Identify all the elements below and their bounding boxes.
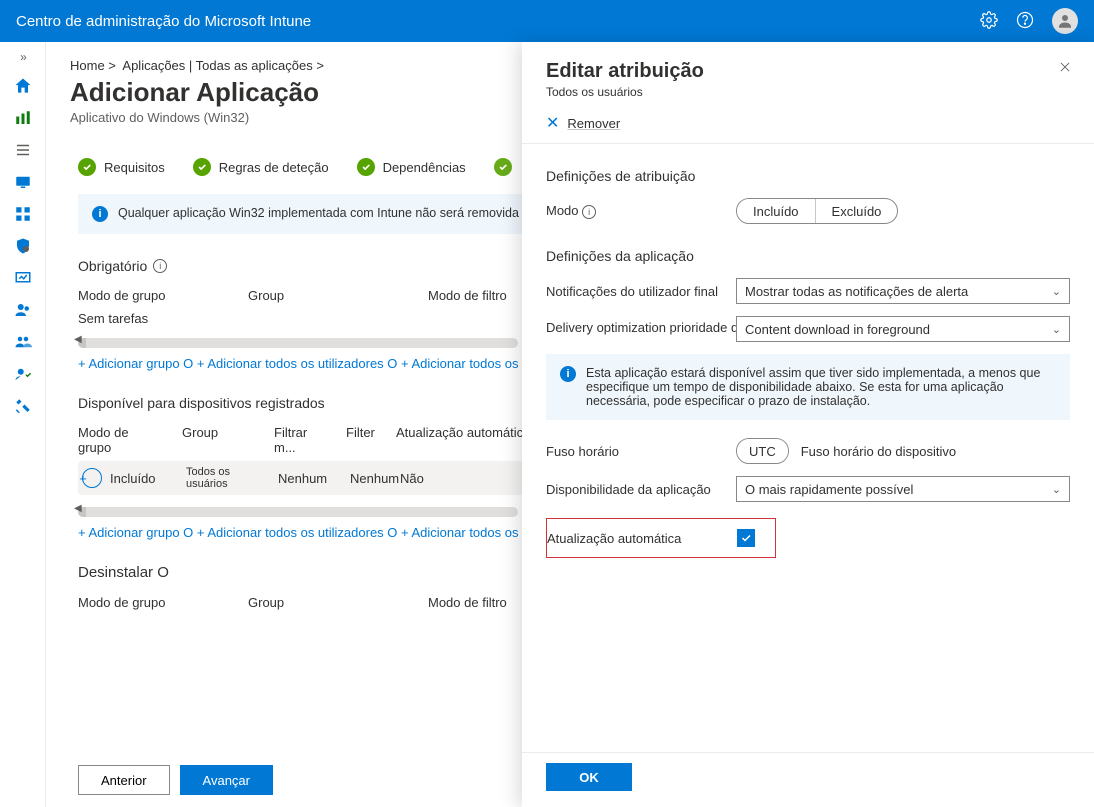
delivery-select[interactable]: Content download in foreground ⌄ <box>736 316 1070 342</box>
highlight-box: Atualização automática <box>546 518 776 558</box>
top-bar: Centro de administração do Microsoft Int… <box>0 0 1094 42</box>
notifications-select[interactable]: Mostrar todas as notificações de alerta … <box>736 278 1070 304</box>
nav-security-icon[interactable] <box>13 236 33 256</box>
tz-device[interactable]: Fuso horário do dispositivo <box>801 444 956 459</box>
plus-circle-icon[interactable]: + <box>82 468 102 488</box>
section-app-settings: Definições da aplicação <box>546 248 1070 264</box>
nav-reports-icon[interactable] <box>13 268 33 288</box>
info-icon[interactable]: i <box>582 205 596 219</box>
row-mode: Modo i Incluído Excluído <box>546 198 1070 224</box>
check-icon <box>193 158 211 176</box>
ok-button[interactable]: OK <box>546 763 632 791</box>
mode-excluded[interactable]: Excluído <box>815 199 898 223</box>
step-requirements[interactable]: Requisitos <box>78 158 165 176</box>
check-icon <box>494 158 512 176</box>
horizontal-scrollbar[interactable] <box>78 507 518 517</box>
row-delivery: Delivery optimization prioridade do util… <box>546 316 1070 342</box>
nav-users-icon[interactable] <box>13 300 33 320</box>
row-timezone: Fuso horário UTC Fuso horário do disposi… <box>546 438 1070 464</box>
chevron-down-icon: ⌄ <box>1052 285 1061 298</box>
remove-button[interactable]: Remover <box>567 116 620 131</box>
edit-assignment-panel: Editar atribuição Todos os usuários ✕ Re… <box>522 42 1094 807</box>
help-icon[interactable] <box>1016 11 1034 32</box>
breadcrumb-apps[interactable]: Aplicações | Todas as aplicações > <box>122 58 324 73</box>
row-availability: Disponibilidade da aplicação O mais rapi… <box>546 476 1070 502</box>
nav-collapse-icon[interactable]: » <box>20 50 25 64</box>
previous-button[interactable]: Anterior <box>78 765 170 795</box>
panel-command-bar: ✕ Remover <box>522 107 1094 144</box>
chevron-down-icon: ⌄ <box>1052 323 1061 336</box>
row-auto-update: Atualização automática <box>546 518 1070 558</box>
mode-included[interactable]: Incluído <box>737 199 815 223</box>
nav-groups-icon[interactable] <box>13 332 33 352</box>
nav-devices-icon[interactable] <box>13 172 33 192</box>
nav-home-icon[interactable] <box>13 76 33 96</box>
info-icon: i <box>560 366 576 382</box>
chevron-down-icon: ⌄ <box>1052 483 1061 496</box>
step-detection[interactable]: Regras de deteção <box>193 158 329 176</box>
info-icon[interactable]: i <box>153 259 167 273</box>
check-icon <box>78 158 96 176</box>
breadcrumb-home[interactable]: Home > <box>70 58 116 73</box>
remove-x-icon[interactable]: ✕ <box>546 113 559 133</box>
close-icon[interactable] <box>1058 60 1072 77</box>
panel-title: Editar atribuição <box>546 60 1070 83</box>
nav-tenant-icon[interactable] <box>13 364 33 384</box>
step-dependencies[interactable]: Dependências <box>357 158 466 176</box>
next-button[interactable]: Avançar <box>180 765 273 795</box>
nav-apps-icon[interactable] <box>13 204 33 224</box>
nav-list-icon[interactable] <box>13 140 33 160</box>
panel-body: Definições de atribuição Modo i Incluído… <box>522 144 1094 752</box>
side-nav: » <box>0 42 46 807</box>
nav-troubleshoot-icon[interactable] <box>13 396 33 416</box>
portal-title: Centro de administração do Microsoft Int… <box>16 13 311 30</box>
settings-gear-icon[interactable] <box>980 11 998 32</box>
nav-dashboard-icon[interactable] <box>13 108 33 128</box>
check-icon <box>357 158 375 176</box>
mode-toggle[interactable]: Incluído Excluído <box>736 198 898 224</box>
info-icon: i <box>92 206 108 222</box>
panel-subtitle: Todos os usuários <box>546 85 1070 99</box>
row-notifications: Notificações do utilizador final Mostrar… <box>546 278 1070 304</box>
availability-select[interactable]: O mais rapidamente possível ⌄ <box>736 476 1070 502</box>
panel-footer: OK <box>522 752 1094 807</box>
horizontal-scrollbar[interactable] <box>78 338 518 348</box>
section-assignment-settings: Definições de atribuição <box>546 168 1070 184</box>
panel-header: Editar atribuição Todos os usuários <box>522 42 1094 107</box>
auto-update-checkbox[interactable] <box>737 529 755 547</box>
panel-info-box: i Esta aplicação estará disponível assim… <box>546 354 1070 420</box>
step-more <box>494 158 512 176</box>
timezone-toggle[interactable]: UTC <box>736 438 789 464</box>
avatar[interactable] <box>1052 8 1078 34</box>
tz-utc[interactable]: UTC <box>737 439 788 463</box>
topbar-right <box>980 8 1078 34</box>
